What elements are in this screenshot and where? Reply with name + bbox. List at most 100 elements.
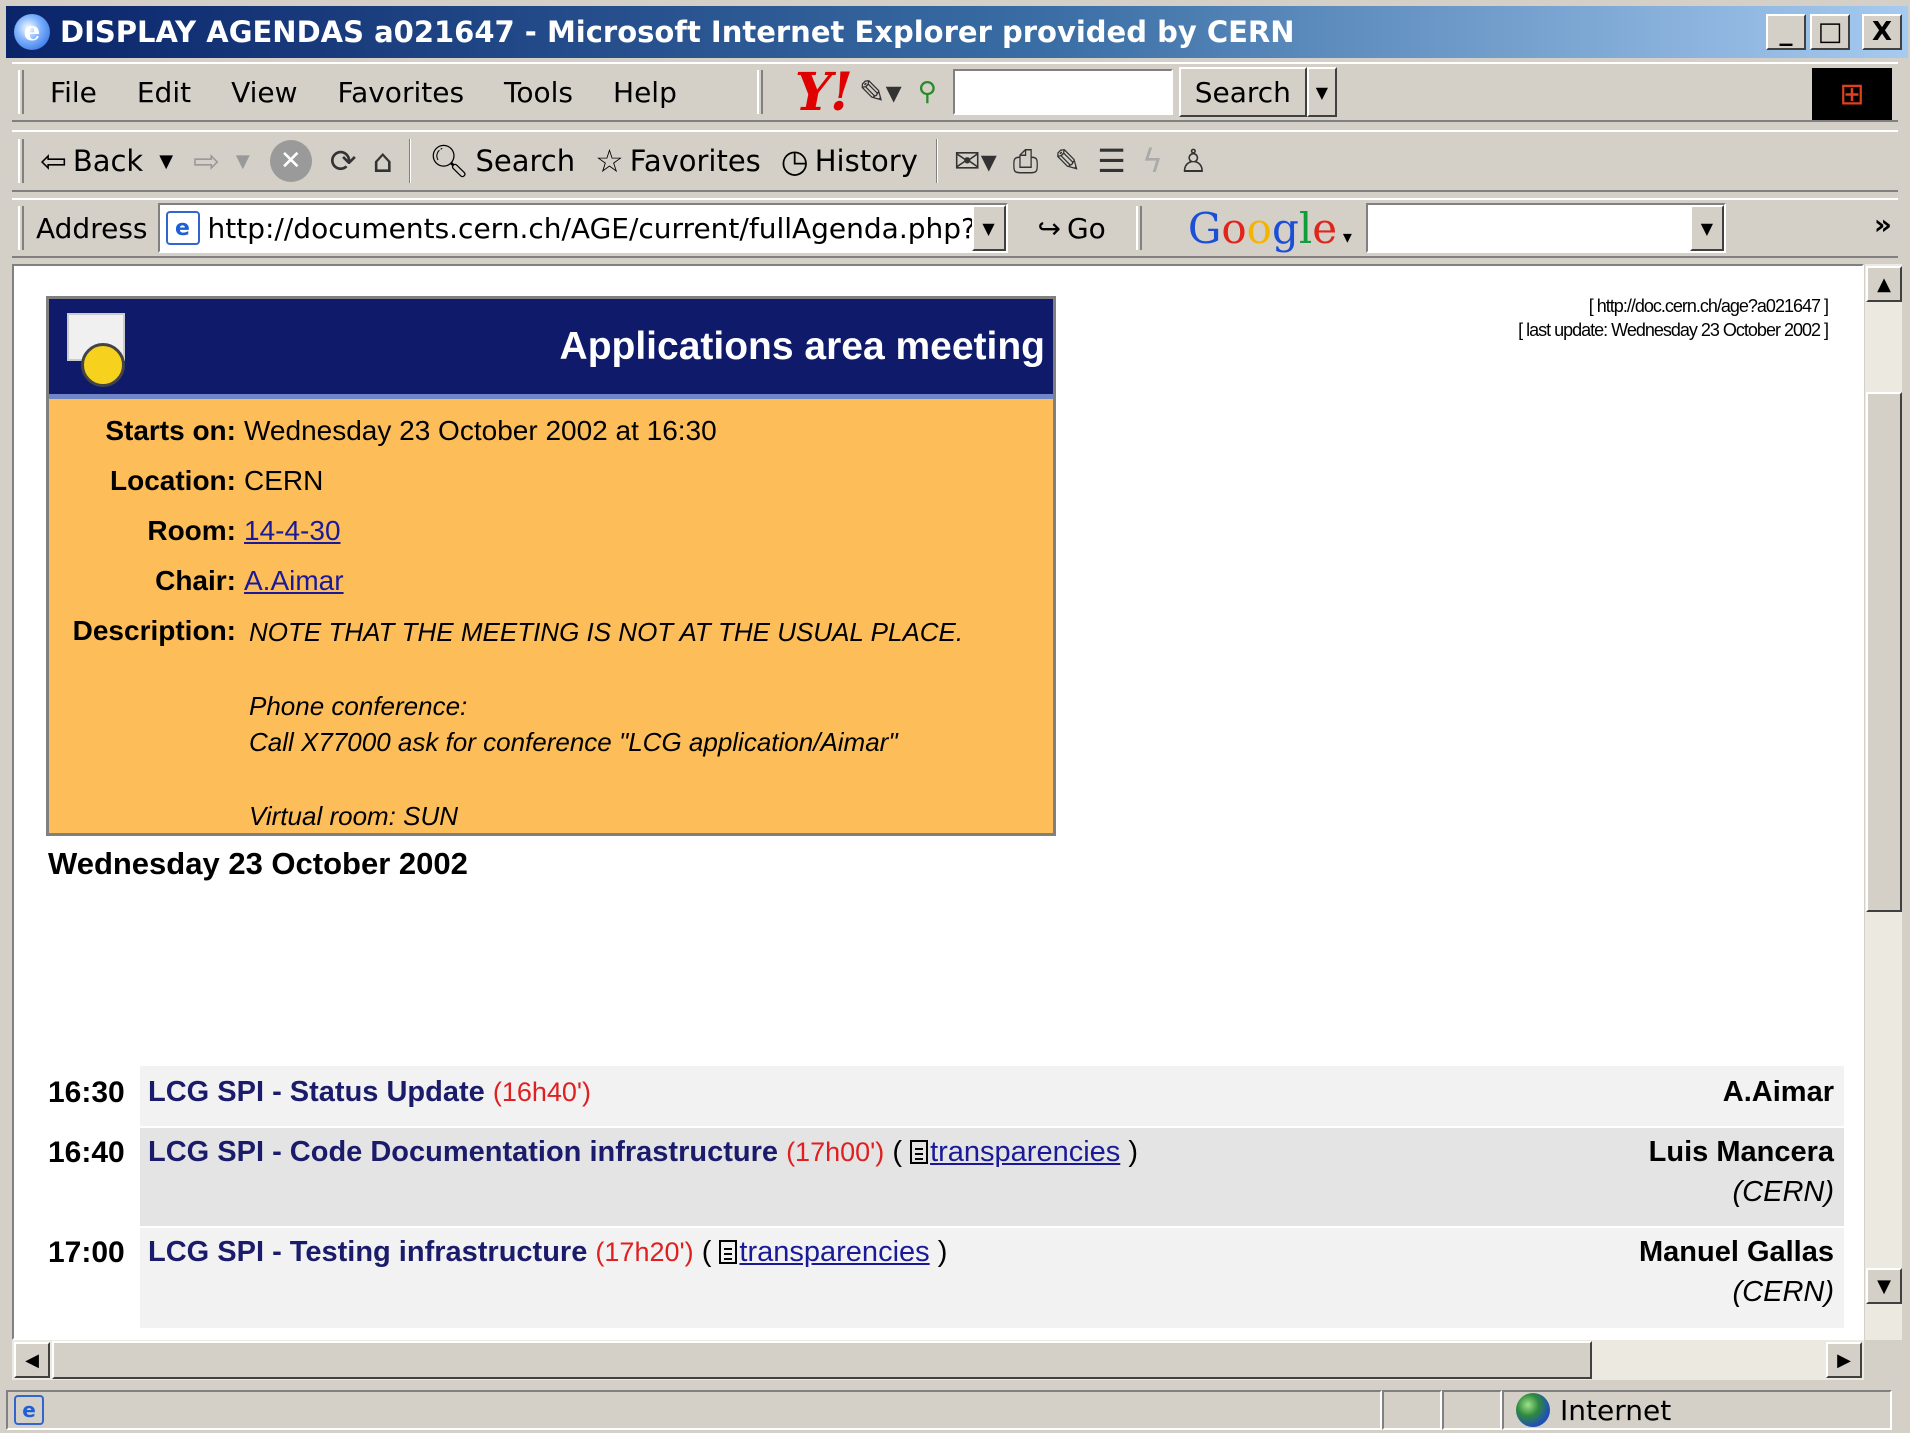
- scroll-right-button[interactable]: ▶: [1826, 1342, 1862, 1378]
- refresh-icon[interactable]: ⟳: [330, 142, 357, 180]
- separator: [935, 139, 938, 183]
- room-row: Room: 14-4-30: [49, 515, 341, 547]
- chevron-down-icon[interactable]: ▼: [236, 151, 250, 172]
- lightning-icon[interactable]: ϟ: [1142, 142, 1163, 180]
- status-cell: [1442, 1390, 1502, 1430]
- table-row: 17:00 LCG SPI - Testing infrastructure (…: [48, 1228, 1844, 1328]
- menu-bar: File Edit View Favorites Tools Help Y! ✎…: [12, 62, 1898, 123]
- toolbar-grip[interactable]: [756, 70, 763, 114]
- yahoo-search-dropdown[interactable]: ▼: [1306, 67, 1337, 117]
- menu-favorites[interactable]: Favorites: [318, 76, 484, 109]
- agenda-header: Applications area meeting: [49, 299, 1053, 399]
- location-row: Location: CERN: [49, 465, 323, 497]
- key-icon[interactable]: ⚲: [918, 77, 937, 107]
- chair-link[interactable]: A.Aimar: [244, 565, 344, 596]
- go-button[interactable]: ↪ Go: [1038, 212, 1106, 245]
- close-button[interactable]: X: [1862, 14, 1902, 50]
- starts-on-label: Starts on:: [105, 415, 236, 446]
- search-button[interactable]: 🔍︎ Search: [419, 142, 585, 180]
- pencil-icon[interactable]: ✎▾: [859, 73, 902, 111]
- zone-label: Internet: [1560, 1393, 1672, 1427]
- address-dropdown[interactable]: ▼: [971, 205, 1006, 251]
- agenda-clock-icon: [63, 309, 135, 389]
- transparencies-link[interactable]: transparencies: [739, 1236, 929, 1268]
- vertical-scrollbar[interactable]: ▲ ▼: [1864, 264, 1902, 1340]
- address-label: Address: [36, 211, 148, 245]
- favorites-button[interactable]: ☆ Favorites: [585, 142, 771, 180]
- maximize-button[interactable]: □: [1810, 14, 1850, 50]
- document-icon: [719, 1240, 738, 1264]
- status-bar: e Internet: [6, 1388, 1908, 1432]
- history-button[interactable]: ◷ History: [771, 142, 928, 180]
- agenda-short-link[interactable]: [ http://doc.cern.ch/age?a021647 ]: [1518, 294, 1829, 318]
- talk-title[interactable]: LCG SPI - Status Update: [148, 1076, 485, 1108]
- talk-end-time: (17h00'): [786, 1137, 885, 1167]
- stop-icon[interactable]: ✕: [269, 140, 312, 182]
- google-dropdown[interactable]: ▼: [1689, 205, 1724, 251]
- yahoo-search-button[interactable]: Search: [1178, 67, 1307, 117]
- vertical-scroll-thumb[interactable]: [1866, 392, 1902, 912]
- window-title: DISPLAY AGENDAS a021647 - Microsoft Inte…: [60, 15, 1295, 49]
- address-input[interactable]: e http://documents.cern.ch/AGE/current/f…: [157, 203, 1008, 253]
- back-label: Back: [72, 144, 144, 178]
- talk-end-time: (16h40'): [492, 1077, 592, 1107]
- history-label: History: [814, 144, 918, 178]
- toolbar-grip[interactable]: [18, 139, 24, 183]
- yahoo-logo[interactable]: Y!: [795, 62, 853, 123]
- favorites-label: Favorites: [629, 144, 761, 178]
- talk-time: 16:30: [48, 1076, 125, 1109]
- talk-title[interactable]: LCG SPI - Testing infrastructure: [148, 1236, 587, 1268]
- horizontal-scroll-thumb[interactable]: [52, 1341, 1592, 1379]
- page-content: Applications area meeting Starts on: Wed…: [12, 264, 1864, 1340]
- menu-edit[interactable]: Edit: [117, 76, 211, 109]
- google-logo[interactable]: Google ▾: [1188, 204, 1352, 253]
- menu-tools[interactable]: Tools: [484, 76, 593, 109]
- messenger-icon[interactable]: ♙: [1179, 142, 1208, 180]
- menu-view[interactable]: View: [211, 76, 317, 109]
- toolbar-grip[interactable]: [18, 70, 24, 114]
- scroll-down-button[interactable]: ▼: [1866, 1268, 1902, 1304]
- toolbar-grip[interactable]: [1135, 206, 1142, 250]
- talk-time: 17:00: [48, 1236, 125, 1269]
- windows-logo: ⊞: [1812, 68, 1892, 120]
- print-icon[interactable]: ⎙: [1013, 142, 1039, 181]
- chevron-down-icon[interactable]: ▼: [159, 151, 173, 172]
- agenda-info-box: Applications area meeting Starts on: Wed…: [46, 296, 1056, 836]
- edit-icon[interactable]: ✎: [1054, 142, 1081, 180]
- room-link[interactable]: 14-4-30: [244, 515, 341, 546]
- scroll-up-button[interactable]: ▲: [1866, 266, 1902, 302]
- separator: [408, 139, 411, 183]
- address-bar: Address e http://documents.cern.ch/AGE/c…: [12, 198, 1898, 258]
- menu-help[interactable]: Help: [593, 76, 697, 109]
- mail-icon[interactable]: ✉▾: [954, 142, 997, 180]
- toolbar-grip[interactable]: [18, 206, 24, 250]
- agenda-title: Applications area meeting: [559, 324, 1045, 368]
- transparencies-link[interactable]: transparencies: [930, 1136, 1120, 1168]
- forward-button[interactable]: ⇨ ▼: [183, 142, 260, 180]
- page-icon: e: [14, 1395, 44, 1425]
- menu-file[interactable]: File: [30, 76, 117, 109]
- yahoo-search-input[interactable]: [952, 69, 1173, 115]
- back-button[interactable]: ⇦ Back ▼: [30, 142, 183, 180]
- description-row: Description:: [49, 615, 244, 647]
- horizontal-scrollbar[interactable]: ◀ ▶: [12, 1340, 1864, 1380]
- agenda-meta: [ http://doc.cern.ch/age?a021647 ] [ las…: [1518, 294, 1829, 342]
- scroll-left-button[interactable]: ◀: [14, 1342, 50, 1378]
- table-row: 16:40 LCG SPI - Code Documentation infra…: [48, 1128, 1844, 1226]
- go-arrow-icon: ↪: [1037, 211, 1061, 245]
- google-search-input[interactable]: ▼: [1365, 203, 1726, 253]
- address-url[interactable]: http://documents.cern.ch/AGE/current/ful…: [208, 212, 972, 245]
- last-update: [ last update: Wednesday 23 October 2002…: [1518, 320, 1829, 340]
- discuss-icon[interactable]: ☰: [1097, 142, 1126, 180]
- toolbar-more-chevron[interactable]: »: [1874, 208, 1892, 241]
- talk-time: 16:40: [48, 1136, 125, 1169]
- navigation-toolbar: ⇦ Back ▼ ⇨ ▼ ✕ ⟳ ⌂ 🔍︎ Search ☆ Favorites…: [12, 130, 1898, 192]
- talk-title[interactable]: LCG SPI - Code Documentation infrastruct…: [148, 1136, 778, 1168]
- room-label: Room:: [147, 515, 236, 546]
- favorites-icon: ☆: [595, 142, 624, 180]
- status-text-cell: e: [6, 1390, 1382, 1430]
- minimize-button[interactable]: _: [1766, 14, 1806, 50]
- talk-speaker: Luis Mancera: [1648, 1136, 1834, 1168]
- home-icon[interactable]: ⌂: [373, 142, 393, 180]
- description-line: Phone conference:: [249, 691, 468, 721]
